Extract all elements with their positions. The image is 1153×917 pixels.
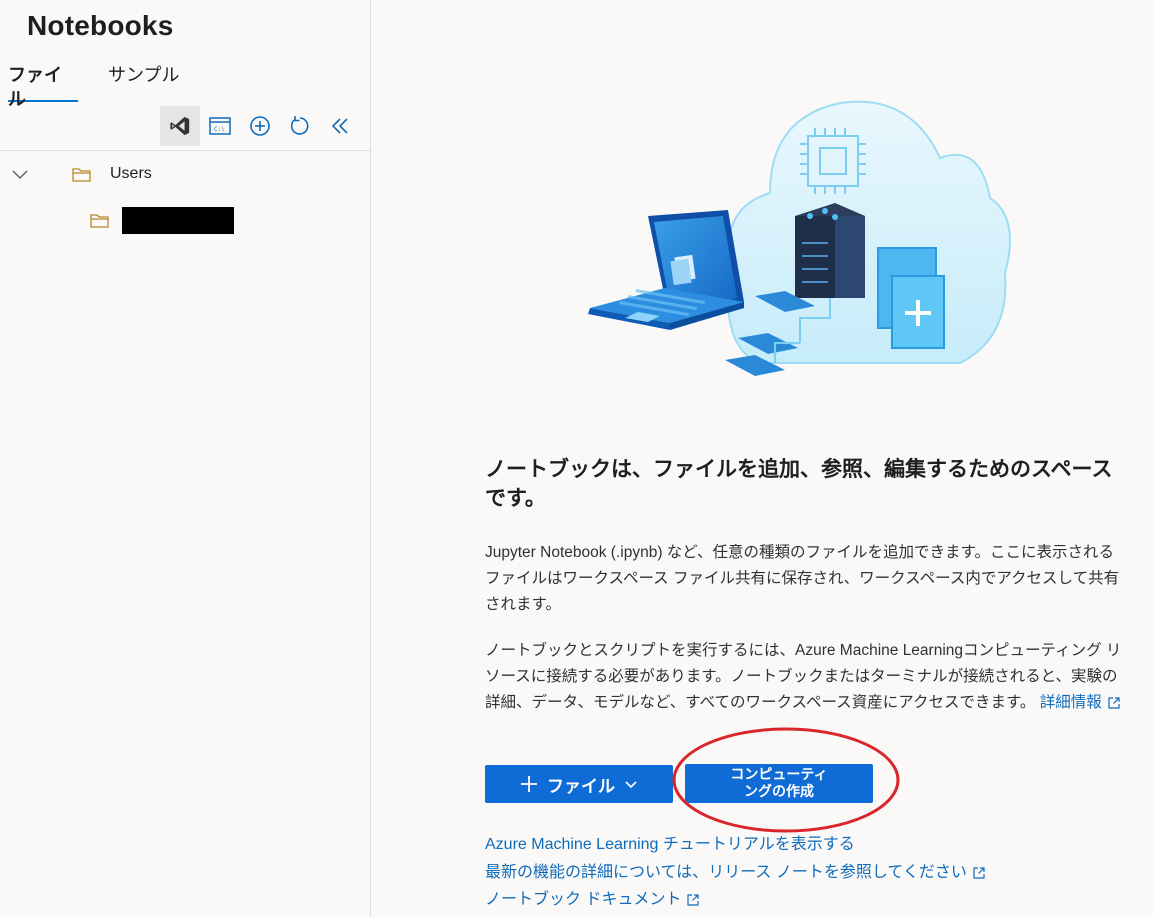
notebook-docs-link[interactable]: ノートブック ドキュメント xyxy=(485,885,700,909)
page-title: Notebooks xyxy=(27,10,174,41)
create-compute-label-line2: ングの作成 xyxy=(744,784,814,800)
description-compute-text: ノートブックとスクリプトを実行するには、Azure Machine Learni… xyxy=(485,642,1122,711)
external-link-icon xyxy=(1108,697,1120,709)
svg-text:C:\: C:\ xyxy=(214,126,225,133)
refresh-button[interactable] xyxy=(280,106,320,146)
notebook-illustration xyxy=(588,100,1011,376)
tree-item-users[interactable]: Users xyxy=(10,162,152,186)
sidebar: Notebooks ファイル サンプル C:\ Users xyxy=(0,0,371,917)
empty-state-heading: ノートブックは、ファイルを追加、参照、編集するためのスペースです。 xyxy=(485,457,1113,510)
toolbar-divider xyxy=(0,150,370,151)
release-notes-label: 最新の機能の詳細については、リリース ノートを参照してください xyxy=(485,864,967,881)
folder-icon xyxy=(72,168,91,182)
release-notes-link[interactable]: 最新の機能の詳細については、リリース ノートを参照してください xyxy=(485,858,985,882)
chevron-down-icon[interactable] xyxy=(10,164,30,184)
create-compute-label-line1: コンピューティ xyxy=(730,767,828,783)
tree-item-label: Users xyxy=(110,165,152,182)
add-file-label: ファイル xyxy=(547,776,615,797)
tab-samples[interactable]: サンプル xyxy=(108,64,188,102)
open-vscode-button[interactable] xyxy=(160,106,200,146)
open-terminal-button[interactable]: C:\ xyxy=(200,106,240,146)
description-compute: ノートブックとスクリプトを実行するには、Azure Machine Learni… xyxy=(485,638,1125,716)
collapse-icon xyxy=(331,118,348,134)
notebook-docs-label: ノートブック ドキュメント xyxy=(485,891,682,908)
external-link-icon xyxy=(973,867,985,879)
terminal-icon: C:\ xyxy=(209,117,231,135)
tab-files[interactable]: ファイル xyxy=(8,64,78,110)
external-link-icon xyxy=(687,894,700,906)
vscode-icon xyxy=(170,116,190,136)
folder-icon xyxy=(90,214,109,228)
plus-icon xyxy=(521,776,537,792)
add-file-button[interactable] xyxy=(240,106,280,146)
add-icon xyxy=(250,116,270,136)
description-files: Jupyter Notebook (.ipynb) など、任意の種類のファイルを… xyxy=(485,544,1120,613)
chevron-down-icon xyxy=(625,781,637,789)
redacted-folder-name xyxy=(122,206,234,234)
tutorial-link[interactable]: Azure Machine Learning チュートリアルを表示する xyxy=(485,830,855,854)
learn-more-label: 詳細情報 xyxy=(1039,694,1102,711)
tree-item-user-folder[interactable] xyxy=(90,206,234,234)
refresh-icon xyxy=(290,116,309,135)
learn-more-link[interactable]: 詳細情報 xyxy=(1040,694,1120,711)
create-compute-button[interactable]: コンピューティ ングの作成 xyxy=(685,764,873,803)
collapse-sidebar-button[interactable] xyxy=(320,106,360,146)
add-file-dropdown-button[interactable]: ファイル xyxy=(485,765,673,803)
